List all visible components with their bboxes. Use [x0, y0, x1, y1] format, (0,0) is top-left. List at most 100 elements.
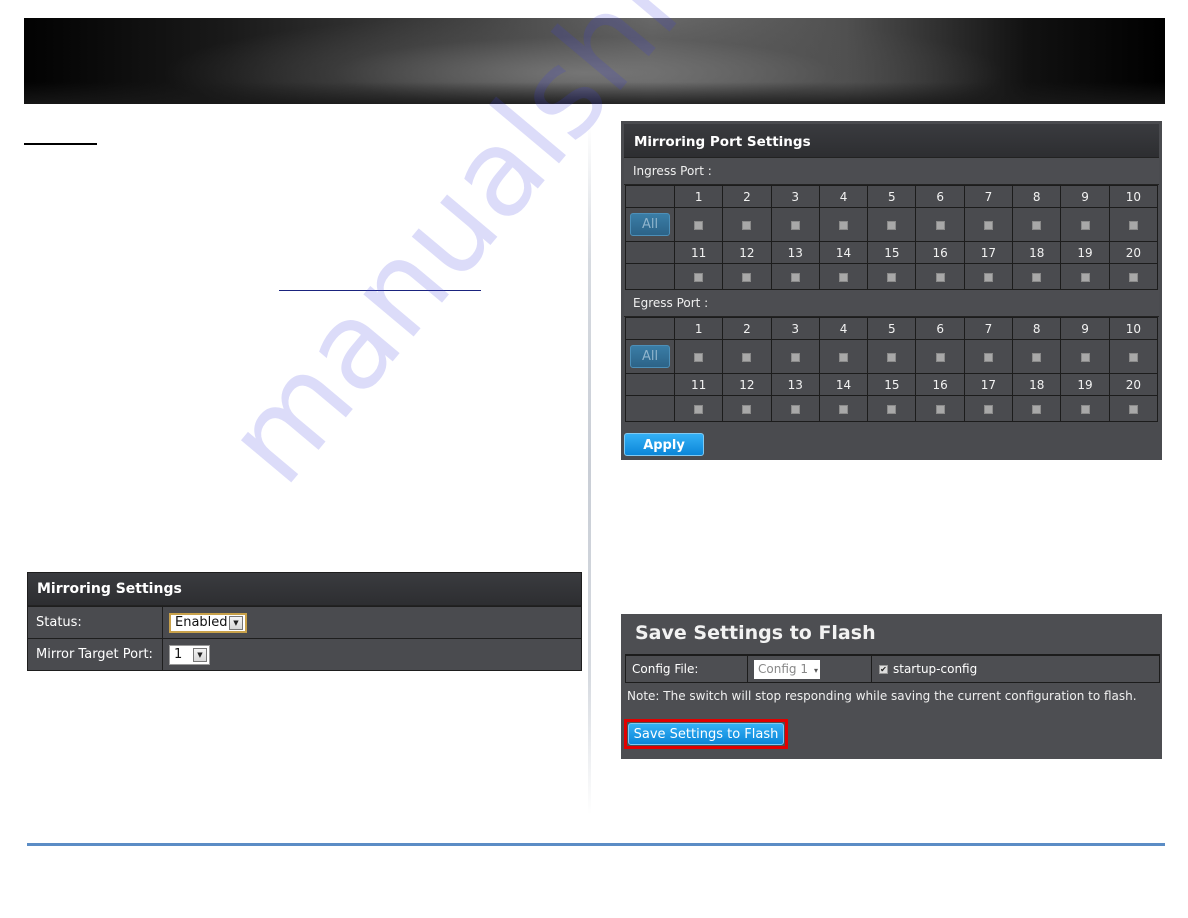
egress-port-13-checkbox[interactable]	[790, 404, 800, 414]
ingress-port-number: 17	[963, 241, 1014, 264]
ingress-port-11-checkbox[interactable]	[694, 272, 704, 282]
egress-port-number: 18	[1012, 373, 1062, 396]
config-file-row: Config File: Config 1 ▾ ✔ startup-config	[625, 654, 1160, 683]
chevron-down-icon[interactable]: ▼	[229, 615, 243, 630]
highlight-box: Save Settings to Flash	[624, 719, 788, 749]
ingress-port-4-checkbox[interactable]	[839, 220, 849, 230]
egress-port-number: 9	[1060, 317, 1110, 340]
config-file-label: Config File:	[626, 656, 748, 682]
ingress-port-14-checkbox[interactable]	[839, 272, 849, 282]
egress-port-20-checkbox[interactable]	[1128, 404, 1138, 414]
ingress-port-10-checkbox[interactable]	[1128, 220, 1138, 230]
ingress-port-number: 12	[722, 241, 772, 264]
ingress-port-label: Ingress Port :	[624, 158, 1159, 185]
ingress-port-grid: 1 2 3 4 5 6 7 8 9 10 All 11 12 13 14 15 16 17 18 19 20	[625, 185, 1159, 290]
egress-port-number: 13	[770, 373, 820, 396]
ingress-port-number: 7	[963, 185, 1014, 208]
ingress-port-number: 6	[915, 185, 965, 208]
ingress-port-13-checkbox[interactable]	[790, 272, 800, 282]
ingress-port-number: 1	[673, 185, 724, 208]
chevron-down-icon[interactable]: ▼	[193, 647, 207, 662]
egress-all-button[interactable]: All	[630, 345, 670, 368]
ingress-port-number: 18	[1012, 241, 1062, 264]
ingress-all-button[interactable]: All	[630, 213, 670, 236]
mirroring-settings-panel: Mirroring Settings Status: Enabled ▼ Mir…	[27, 572, 582, 671]
ingress-port-number: 4	[818, 185, 869, 208]
ingress-port-number: 8	[1012, 185, 1062, 208]
startup-config-checkbox[interactable]: ✔	[879, 664, 888, 674]
egress-port-number: 10	[1108, 317, 1159, 340]
save-settings-panel: Save Settings to Flash Config File: Conf…	[621, 614, 1162, 759]
egress-port-2-checkbox[interactable]	[742, 352, 752, 362]
ingress-port-12-checkbox[interactable]	[742, 272, 752, 282]
egress-port-4-checkbox[interactable]	[839, 352, 849, 362]
section-heading-underline	[24, 143, 97, 145]
ingress-port-7-checkbox[interactable]	[983, 220, 993, 230]
ingress-port-20-checkbox[interactable]	[1128, 272, 1138, 282]
ingress-port-number-row: 11 12 13 14 15 16 17 18 19 20	[625, 241, 1159, 264]
ingress-port-15-checkbox[interactable]	[887, 272, 897, 282]
egress-port-19-checkbox[interactable]	[1080, 404, 1090, 414]
egress-port-grid: 1 2 3 4 5 6 7 8 9 10 All 11 12 13 14 15 16 17 18 19 20	[625, 317, 1159, 422]
ingress-port-number: 5	[867, 185, 917, 208]
egress-port-number: 19	[1060, 373, 1110, 396]
ingress-port-19-checkbox[interactable]	[1080, 272, 1090, 282]
egress-port-14-checkbox[interactable]	[839, 404, 849, 414]
ingress-port-2-checkbox[interactable]	[742, 220, 752, 230]
egress-port-number-row: 1 2 3 4 5 6 7 8 9 10	[625, 317, 1159, 340]
egress-port-12-checkbox[interactable]	[742, 404, 752, 414]
egress-port-10-checkbox[interactable]	[1128, 352, 1138, 362]
egress-port-3-checkbox[interactable]	[790, 352, 800, 362]
egress-port-5-checkbox[interactable]	[887, 352, 897, 362]
ingress-port-number: 19	[1060, 241, 1110, 264]
mirror-target-port-label: Mirror Target Port:	[28, 639, 163, 670]
egress-port-number: 14	[818, 373, 869, 396]
egress-port-number: 3	[770, 317, 820, 340]
config-file-select[interactable]: Config 1 ▾	[754, 659, 820, 679]
egress-port-17-checkbox[interactable]	[983, 404, 993, 414]
ingress-port-number: 3	[770, 185, 820, 208]
egress-port-1-checkbox[interactable]	[694, 352, 704, 362]
egress-port-11-checkbox[interactable]	[694, 404, 704, 414]
egress-port-7-checkbox[interactable]	[983, 352, 993, 362]
save-settings-title: Save Settings to Flash	[635, 622, 876, 644]
egress-checkbox-row: All	[625, 339, 1159, 374]
apply-button[interactable]: Apply	[624, 433, 704, 456]
egress-port-8-checkbox[interactable]	[1032, 352, 1042, 362]
chevron-down-icon[interactable]: ▾	[814, 666, 818, 675]
ingress-checkbox-row	[625, 263, 1159, 290]
ingress-port-1-checkbox[interactable]	[694, 220, 704, 230]
column-divider	[588, 125, 591, 815]
egress-port-15-checkbox[interactable]	[887, 404, 897, 414]
ingress-port-3-checkbox[interactable]	[790, 220, 800, 230]
ingress-port-8-checkbox[interactable]	[1032, 220, 1042, 230]
status-select-value: Enabled	[175, 615, 228, 630]
egress-port-number: 5	[867, 317, 917, 340]
ingress-port-6-checkbox[interactable]	[935, 220, 945, 230]
save-settings-to-flash-button[interactable]: Save Settings to Flash	[628, 723, 784, 745]
mirror-target-port-value: 1	[174, 647, 183, 662]
egress-port-number: 11	[673, 373, 724, 396]
hyperlink-underline[interactable]	[279, 290, 481, 291]
ingress-port-16-checkbox[interactable]	[935, 272, 945, 282]
status-select[interactable]: Enabled ▼	[169, 612, 247, 633]
egress-checkbox-row	[625, 395, 1159, 422]
ingress-port-number: 16	[915, 241, 965, 264]
save-note-text: Note: The switch will stop responding wh…	[627, 689, 1137, 703]
egress-port-9-checkbox[interactable]	[1080, 352, 1090, 362]
ingress-port-5-checkbox[interactable]	[887, 220, 897, 230]
mirror-target-port-select[interactable]: 1 ▼	[169, 644, 210, 665]
ingress-port-18-checkbox[interactable]	[1032, 272, 1042, 282]
egress-port-16-checkbox[interactable]	[935, 404, 945, 414]
ingress-port-number: 15	[867, 241, 917, 264]
ingress-port-17-checkbox[interactable]	[983, 272, 993, 282]
egress-port-number: 6	[915, 317, 965, 340]
ingress-port-number: 11	[673, 241, 724, 264]
header-banner	[24, 18, 1165, 104]
egress-port-18-checkbox[interactable]	[1032, 404, 1042, 414]
egress-port-6-checkbox[interactable]	[935, 352, 945, 362]
egress-port-number: 8	[1012, 317, 1062, 340]
ingress-port-9-checkbox[interactable]	[1080, 220, 1090, 230]
status-row: Status: Enabled ▼	[28, 606, 581, 638]
config-file-value: Config 1	[758, 661, 808, 676]
